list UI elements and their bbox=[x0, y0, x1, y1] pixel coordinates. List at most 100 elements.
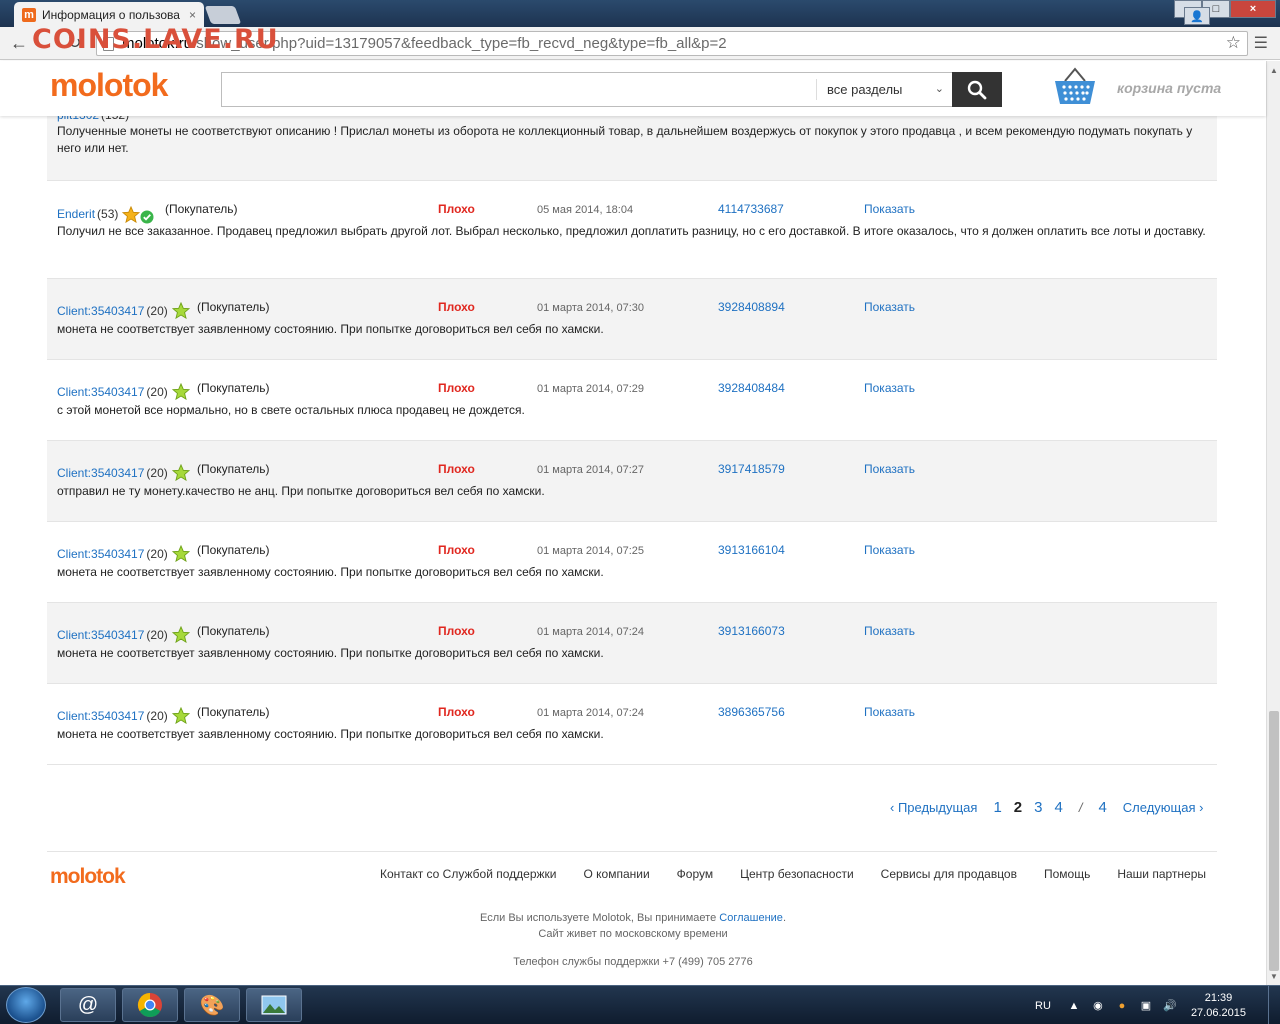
search-box: все разделы ⌄ bbox=[221, 72, 953, 107]
footer-link-partners[interactable]: Наши партнеры bbox=[1117, 867, 1206, 881]
feedback-rating: Плохо bbox=[438, 300, 475, 314]
basket-icon[interactable] bbox=[1052, 67, 1098, 107]
footer-link-support[interactable]: Контакт со Службой поддержки bbox=[380, 867, 556, 881]
clock[interactable]: 21:39 27.06.2015 bbox=[1191, 991, 1246, 1021]
cart-status[interactable]: корзина пуста bbox=[1117, 80, 1221, 96]
feedback-comment: с этой монетой все нормально, но в свете… bbox=[57, 403, 525, 417]
feedback-comment: монета не соответствует заявленному сост… bbox=[57, 646, 604, 660]
green-star-icon bbox=[171, 707, 190, 724]
feedback-row-head: Client:35403417 (20) (Покупатель) Плохо … bbox=[47, 624, 1217, 646]
feedback-row-head: Enderit (53) (Покупатель) Плохо 05 мая 2… bbox=[47, 202, 1217, 224]
feedback-comment: монета не соответствует заявленному сост… bbox=[57, 727, 604, 741]
feedback-date: 01 марта 2014, 07:24 bbox=[537, 626, 645, 638]
network-icon[interactable]: ▣ bbox=[1139, 999, 1153, 1013]
page-current: 2 bbox=[1013, 798, 1023, 816]
user-link[interactable]: Client:35403417 bbox=[57, 466, 144, 480]
footer-link-about[interactable]: О компании bbox=[583, 867, 649, 881]
volume-icon[interactable]: 🔊 bbox=[1163, 999, 1177, 1013]
paint-icon[interactable]: 🎨 bbox=[184, 988, 240, 1022]
feedback-row-head: Client:35403417 (20) (Покупатель) Плохо … bbox=[47, 543, 1217, 565]
category-select[interactable]: все разделы ⌄ bbox=[816, 79, 952, 100]
user-link[interactable]: Client:35403417 bbox=[57, 547, 144, 561]
close-window-button[interactable]: × bbox=[1230, 0, 1276, 18]
show-link[interactable]: Показать bbox=[864, 543, 915, 557]
prev-page-link[interactable]: ‹ Предыдущая bbox=[890, 800, 977, 815]
footer-link-forum[interactable]: Форум bbox=[677, 867, 713, 881]
new-tab-button[interactable] bbox=[204, 6, 242, 24]
show-link[interactable]: Показать bbox=[864, 381, 915, 395]
show-desktop-button[interactable] bbox=[1268, 986, 1280, 1024]
feedback-date: 01 марта 2014, 07:29 bbox=[537, 383, 645, 395]
picture-viewer-icon[interactable] bbox=[246, 988, 302, 1022]
show-link[interactable]: Показать bbox=[864, 202, 915, 216]
search-input[interactable] bbox=[222, 73, 814, 106]
user-link[interactable]: Client:35403417 bbox=[57, 709, 144, 723]
tray-app-icon[interactable]: ◉ bbox=[1091, 999, 1105, 1013]
scroll-down-icon[interactable]: ▼ bbox=[1267, 969, 1280, 983]
user-rating-count: (20) bbox=[146, 384, 168, 399]
lot-link[interactable]: 4114733687 bbox=[718, 202, 784, 216]
bookmark-star-icon[interactable]: ☆ bbox=[1226, 33, 1241, 53]
feedback-user: Client:35403417 (20) bbox=[57, 545, 190, 562]
lot-link[interactable]: 3913166104 bbox=[718, 543, 785, 557]
lot-link[interactable]: 3928408484 bbox=[718, 381, 785, 395]
agreement-suffix: . bbox=[782, 912, 786, 924]
feedback-row-head: Client:35403417 (20) (Покупатель) Плохо … bbox=[47, 381, 1217, 403]
browser-tab-bar: m Информация о пользова × 👤 – □ × bbox=[0, 0, 1280, 27]
start-button[interactable] bbox=[6, 987, 46, 1023]
feedback-user: Client:35403417 (20) bbox=[57, 626, 190, 643]
chevron-down-icon: ⌄ bbox=[934, 83, 944, 95]
feedback-role: (Покупатель) bbox=[197, 300, 270, 314]
lot-link[interactable]: 3896365756 bbox=[718, 705, 785, 719]
feedback-role: (Покупатель) bbox=[165, 202, 238, 216]
page-link-1[interactable]: 1 bbox=[993, 799, 1001, 816]
tab-close-icon[interactable]: × bbox=[189, 8, 196, 22]
molotok-favicon-icon: m bbox=[22, 7, 36, 22]
tray-orange-icon[interactable]: ● bbox=[1115, 999, 1129, 1013]
feedback-row-head: Client:35403417 (20) (Покупатель) Плохо … bbox=[47, 462, 1217, 484]
user-link[interactable]: Client:35403417 bbox=[57, 385, 144, 399]
feedback-row: Client:35403417 (20) (Покупатель) Плохо … bbox=[47, 603, 1217, 684]
lot-link[interactable]: 3913166073 bbox=[718, 624, 785, 638]
chrome-icon[interactable] bbox=[122, 988, 178, 1022]
site-logo[interactable]: molotok bbox=[50, 67, 168, 104]
user-link[interactable]: Client:35403417 bbox=[57, 304, 144, 318]
feedback-comment: монета не соответствует заявленному сост… bbox=[57, 322, 604, 336]
search-button[interactable] bbox=[952, 72, 1002, 107]
clock-date: 27.06.2015 bbox=[1190, 1006, 1246, 1019]
user-rating-count: (53) bbox=[97, 207, 119, 221]
feedback-row-head: Client:35403417 (20) (Покупатель) Плохо … bbox=[47, 300, 1217, 322]
show-link[interactable]: Показать bbox=[864, 300, 915, 314]
page-scrollbar[interactable]: ▲ ▼ bbox=[1266, 61, 1280, 985]
next-page-link[interactable]: Следующая › bbox=[1123, 800, 1204, 815]
scroll-up-icon[interactable]: ▲ bbox=[1267, 63, 1280, 77]
tab-title: Информация о пользова bbox=[42, 7, 180, 22]
lot-link[interactable]: 3928408894 bbox=[718, 300, 785, 314]
feedback-user: Client:35403417 (20) bbox=[57, 707, 190, 724]
show-link[interactable]: Показать bbox=[864, 705, 915, 719]
feedback-role: (Покупатель) bbox=[197, 381, 270, 395]
mail-agent-icon[interactable]: @ bbox=[60, 988, 116, 1022]
language-indicator[interactable]: RU bbox=[1035, 1000, 1051, 1012]
profile-icon[interactable]: 👤 bbox=[1184, 7, 1210, 25]
show-link[interactable]: Показать bbox=[864, 462, 915, 476]
lot-link[interactable]: 3917418579 bbox=[718, 462, 785, 476]
agreement-link[interactable]: Соглашение bbox=[719, 912, 783, 924]
back-arrow-icon[interactable]: ← bbox=[10, 33, 28, 54]
feedback-date: 01 марта 2014, 07:27 bbox=[537, 464, 645, 476]
footer-links: Контакт со Службой поддержки О компании … bbox=[380, 867, 1206, 881]
chrome-menu-icon[interactable]: ☰ bbox=[1254, 33, 1268, 53]
user-link[interactable]: Enderit bbox=[57, 207, 95, 221]
footer-link-help[interactable]: Помощь bbox=[1044, 867, 1090, 881]
page-link-4[interactable]: 4 bbox=[1054, 799, 1062, 816]
user-link[interactable]: Client:35403417 bbox=[57, 628, 144, 642]
user-rating-count: (20) bbox=[146, 303, 168, 318]
page-link-3[interactable]: 3 bbox=[1034, 799, 1042, 816]
show-link[interactable]: Показать bbox=[864, 624, 915, 638]
page-total-link[interactable]: 4 bbox=[1098, 799, 1106, 816]
footer-link-security[interactable]: Центр безопасности bbox=[740, 867, 854, 881]
scrollbar-thumb[interactable] bbox=[1269, 711, 1279, 971]
footer-link-seller-services[interactable]: Сервисы для продавцов bbox=[881, 867, 1017, 881]
tray-expand-icon[interactable]: ▲ bbox=[1067, 999, 1081, 1013]
footer-logo[interactable]: molotok bbox=[50, 865, 126, 889]
